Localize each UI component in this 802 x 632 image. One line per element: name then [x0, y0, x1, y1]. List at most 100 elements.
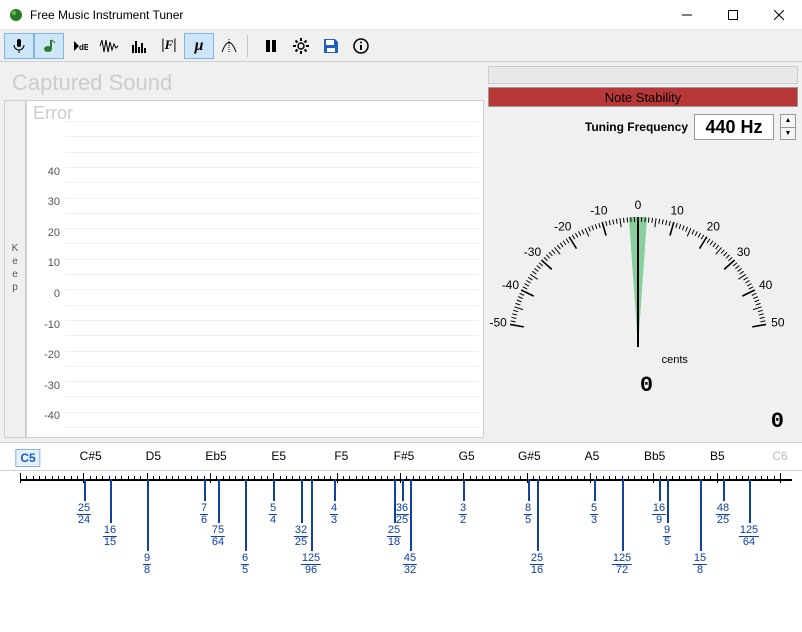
ratio-fraction: 12564	[739, 525, 759, 548]
tuning-frequency-label: Tuning Frequency	[585, 120, 688, 134]
keep-button[interactable]: Keep	[4, 100, 26, 438]
ratio-fraction: 12596	[301, 553, 321, 576]
note-label: E5	[271, 449, 286, 463]
ratio-fraction: 32	[459, 503, 467, 526]
svg-text:40: 40	[759, 278, 773, 292]
note-label: A5	[585, 449, 600, 463]
minimize-button[interactable]	[664, 0, 710, 30]
note-label: Eb5	[205, 449, 226, 463]
maximize-button[interactable]	[710, 0, 756, 30]
ratio-tick	[334, 479, 336, 501]
note-label: G#5	[518, 449, 541, 463]
toolbar-separator	[247, 35, 253, 57]
ratio-tick	[723, 479, 725, 501]
ratio-tick	[402, 479, 404, 501]
ratio-fraction: 3225	[294, 525, 308, 548]
svg-text:10: 10	[670, 204, 684, 218]
ratio-fraction: 98	[143, 553, 151, 576]
ratio-strip: 2524161598767564655432251259643362525184…	[0, 470, 802, 620]
ratio-tick	[594, 479, 596, 501]
settings-button[interactable]	[286, 33, 316, 59]
ratio-fraction: 2524	[77, 503, 91, 526]
ratio-tick	[245, 479, 247, 551]
note-label: G5	[459, 449, 475, 463]
f-button[interactable]: |F|	[154, 33, 184, 59]
level-meter	[488, 66, 798, 84]
waveform-button[interactable]	[94, 33, 124, 59]
ratio-tick	[537, 479, 539, 551]
note-strip: C5C#5D5Eb5E5F5F#5G5G#5A5Bb5B5C6	[0, 442, 802, 470]
titlebar: Free Music Instrument Tuner	[0, 0, 802, 30]
svg-text:-50: -50	[489, 315, 507, 329]
spectrum-button[interactable]	[124, 33, 154, 59]
ratio-fraction: 2516	[530, 553, 544, 576]
pause-button[interactable]	[256, 33, 286, 59]
error-chart: Error 403020100-10-20-30-40	[26, 100, 484, 438]
db-button[interactable]: dB	[64, 33, 94, 59]
ratio-tick	[463, 479, 465, 501]
y-axis: 403020100-10-20-30-40	[27, 121, 62, 433]
ratio-tick	[273, 479, 275, 501]
ratio-fraction: 65	[241, 553, 249, 576]
y-tick-label: -30	[44, 380, 60, 392]
y-tick-label: -40	[44, 410, 60, 422]
ratio-fraction: 95	[663, 525, 671, 548]
svg-text:-10: -10	[590, 204, 608, 218]
note-label: F#5	[394, 449, 415, 463]
y-tick-label: 20	[48, 227, 60, 239]
window-title: Free Music Instrument Tuner	[30, 8, 664, 22]
y-tick-label: 10	[48, 257, 60, 269]
ratio-tick	[394, 479, 396, 523]
cents-display: 0	[640, 373, 655, 398]
note-label: C#5	[80, 449, 102, 463]
note-button[interactable]	[34, 33, 64, 59]
ratio-tick	[528, 479, 530, 501]
ratio-tick	[659, 479, 661, 501]
note-label: Bb5	[644, 449, 665, 463]
ratio-tick	[84, 479, 86, 501]
ratio-tick	[667, 479, 669, 523]
ratio-fraction: 3625	[395, 503, 409, 526]
ratio-tick	[147, 479, 149, 551]
ratio-fraction: 7564	[211, 525, 225, 548]
peak-button[interactable]	[214, 33, 244, 59]
ratio-fraction: 2518	[387, 525, 401, 548]
cents-dial: -50-40-30-20-1001020304050 cents 0 0	[488, 147, 798, 438]
spinner-up-icon[interactable]: ▲	[781, 115, 795, 128]
ratio-tick	[311, 479, 313, 551]
tuning-frequency-value: 440 Hz	[694, 114, 774, 140]
ratio-fraction: 76	[200, 503, 208, 526]
save-button[interactable]	[316, 33, 346, 59]
tuning-frequency-spinner[interactable]: ▲▼	[780, 114, 796, 140]
ratio-tick	[218, 479, 220, 523]
info-button[interactable]	[346, 33, 376, 59]
svg-text:30: 30	[737, 245, 751, 259]
close-button[interactable]	[756, 0, 802, 30]
ratio-tick	[410, 479, 412, 551]
cents-unit: cents	[662, 354, 688, 366]
y-tick-label: 30	[48, 196, 60, 208]
toolbar: dB |F| µ	[0, 30, 802, 62]
svg-text:0: 0	[635, 198, 642, 212]
y-tick-label: 40	[48, 166, 60, 178]
mu-button[interactable]: µ	[184, 33, 214, 59]
note-stability-bar: Note Stability	[488, 87, 798, 107]
ratio-fraction: 4532	[403, 553, 417, 576]
svg-text:50: 50	[771, 315, 785, 329]
captured-title: Captured Sound	[4, 66, 484, 100]
ratio-tick	[622, 479, 624, 551]
ratio-tick	[700, 479, 702, 551]
tuner-panel: Note Stability Tuning Frequency 440 Hz ▲…	[488, 66, 798, 438]
app-icon	[8, 7, 24, 23]
note-label: B5	[710, 449, 725, 463]
note-label: C5	[15, 449, 40, 467]
svg-text:-30: -30	[524, 245, 542, 259]
spinner-down-icon[interactable]: ▼	[781, 128, 795, 140]
ratio-fraction: 43	[330, 503, 338, 526]
ratio-tick	[301, 479, 303, 523]
y-tick-label: 0	[54, 288, 60, 300]
main-area: Captured Sound Keep Error 403020100-10-2…	[0, 62, 802, 442]
mic-button[interactable]	[4, 33, 34, 59]
ratio-fraction: 12572	[612, 553, 632, 576]
captured-panel: Captured Sound Keep Error 403020100-10-2…	[4, 66, 484, 438]
